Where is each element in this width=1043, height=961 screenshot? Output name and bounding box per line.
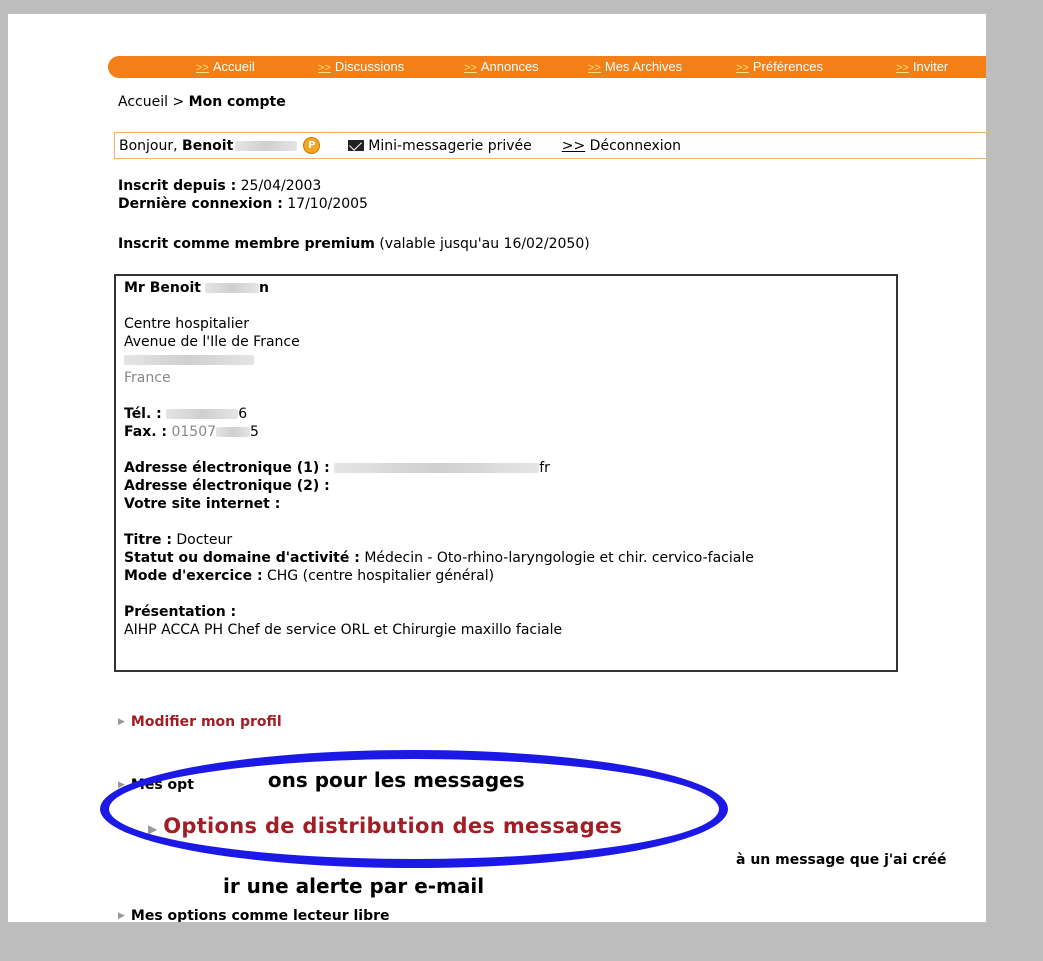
breadcrumb: Accueil > Mon compte bbox=[118, 94, 286, 110]
email-alert-option-end: à un message que j'ai créé bbox=[736, 852, 947, 868]
website: Votre site internet : bbox=[124, 496, 281, 512]
title: Titre : Docteur bbox=[124, 532, 233, 548]
presentation-label: Présentation : bbox=[124, 604, 237, 620]
triangle-right-icon: ▶ bbox=[118, 717, 125, 727]
nav-discussions[interactable]: >> Discussions bbox=[318, 59, 404, 74]
user-name: Benoit bbox=[182, 137, 234, 154]
registered-since: Inscrit depuis : 25/04/2003 bbox=[118, 178, 322, 194]
profile-name: Mr Benoit n bbox=[124, 280, 269, 296]
triangle-right-icon: ▶ bbox=[118, 911, 125, 921]
nav-annonces[interactable]: >> Annonces bbox=[464, 59, 539, 74]
nav-preferences[interactable]: >> Préférences bbox=[736, 59, 823, 74]
breadcrumb-separator: > bbox=[172, 94, 185, 110]
breadcrumb-current: Mon compte bbox=[188, 94, 286, 110]
phone: Tél. : 6 bbox=[124, 406, 248, 422]
triangle-right-icon: ▶ bbox=[148, 822, 158, 836]
profile-card: Mr Benoit n Centre hospitalier Avenue de … bbox=[114, 274, 898, 672]
account-dates: Inscrit depuis : 25/04/2003 Dernière con… bbox=[118, 177, 368, 213]
top-navigation-bar: >> Accueil >> Discussions >> Annonces >> Mes… bbox=[108, 56, 986, 78]
reader-options-link[interactable]: ▶ Mes options comme lecteur libre bbox=[118, 908, 389, 922]
email-alert-option[interactable]: ir une alerte par e-mail bbox=[223, 874, 484, 898]
email-1: Adresse électronique (1) : fr bbox=[124, 460, 550, 476]
distribution-options-link[interactable]: ▶ Options de distribution des messages bbox=[148, 814, 622, 838]
nav-mes-archives[interactable]: >> Mes Archives bbox=[588, 59, 682, 74]
page: >> Accueil >> Discussions >> Annonces >> Mes… bbox=[8, 14, 986, 922]
greeting-bar: Bonjour, Benoit P Mini-messagerie privée… bbox=[114, 132, 986, 159]
status: Statut ou domaine d'activité : Médecin -… bbox=[124, 550, 754, 566]
mail-icon bbox=[348, 140, 365, 151]
nav-inviter[interactable]: >> Inviter bbox=[896, 59, 948, 74]
last-login: Dernière connexion : 17/10/2005 bbox=[118, 196, 368, 212]
email-2: Adresse électronique (2) : bbox=[124, 478, 330, 494]
message-options-link[interactable]: ▶ Mes opt ons pour les messages bbox=[118, 768, 525, 794]
presentation-text: AIHP ACCA PH Chef de service ORL et Chir… bbox=[124, 622, 563, 638]
practice-mode: Mode d'exercice : CHG (centre hospitalie… bbox=[124, 568, 495, 584]
edit-profile-link[interactable]: ▶ Modifier mon profil bbox=[118, 714, 282, 730]
logout-link[interactable]: >> Déconnexion bbox=[562, 138, 681, 154]
triangle-right-icon: ▶ bbox=[118, 780, 125, 790]
redacted-surname bbox=[235, 140, 298, 151]
address-line-2: Avenue de l'Ile de France bbox=[124, 334, 300, 350]
private-messaging-link[interactable]: Mini-messagerie privée bbox=[368, 138, 531, 154]
premium-coin-icon: P bbox=[303, 137, 321, 154]
greeting-prefix: Bonjour, bbox=[119, 137, 183, 154]
nav-accueil[interactable]: >> Accueil bbox=[196, 59, 255, 74]
address-country: France bbox=[124, 370, 171, 386]
premium-status: Inscrit comme membre premium (valable ju… bbox=[118, 236, 590, 252]
address-line-1: Centre hospitalier bbox=[124, 316, 249, 332]
fax: Fax. : 01507 5 bbox=[124, 424, 259, 440]
redacted-text bbox=[204, 283, 259, 293]
breadcrumb-home[interactable]: Accueil bbox=[118, 94, 168, 110]
address-redacted bbox=[124, 351, 888, 369]
